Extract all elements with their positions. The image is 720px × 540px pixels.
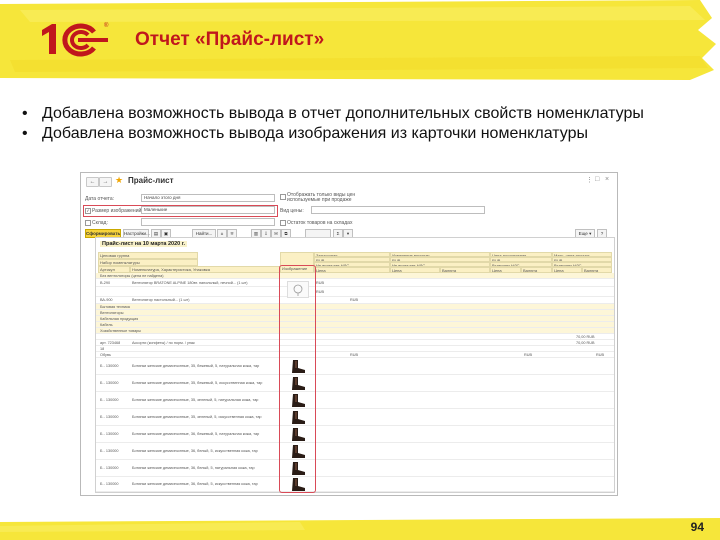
row-cell: Б - 130000: [100, 432, 119, 436]
price-list-window: ← → ★ Прайс-лист ⋮ □ × Дата отчета: Нача…: [80, 172, 618, 496]
yellow-brush-stroke-footer: [0, 518, 720, 540]
row-cell: Ботинки женские демисезонные, 36, белый,…: [132, 466, 255, 470]
table-row[interactable]: Б - 130000 Ботинки женские демисезонные, …: [96, 358, 614, 375]
table-row[interactable]: В-290 Вентилятор BRATONE ALPINE 180вт. на…: [96, 279, 614, 287]
row-cell: Ботинки женские демисезонные, 36, белый,…: [132, 482, 258, 486]
row-cell: 70,00 RUB: [576, 335, 595, 339]
row-cell: Ботинки женские демисезонные, 35, зелены…: [132, 398, 259, 402]
table-row[interactable]: Б - 130000 Ботинки женские демисезонные, …: [96, 426, 614, 443]
date-field[interactable]: Начало этого дня: [141, 194, 275, 202]
row-cell: Б - 130000: [100, 449, 119, 453]
row-cell: Вентилятор BRATONE ALPINE 180вт. напольн…: [132, 281, 248, 285]
row-cell: арт. 723468: [100, 341, 121, 345]
row-cell: Б - 130000: [100, 466, 119, 470]
row-cell: Б - 130000: [100, 364, 119, 368]
row-cell: Вентилятор настольный... (1 шт): [132, 298, 190, 302]
warehouse-field[interactable]: [141, 218, 275, 226]
row-cell: Б - 130000: [100, 415, 119, 419]
price-types-checkbox[interactable]: [280, 194, 286, 200]
header-article: Артикул: [98, 266, 130, 273]
row-cell: Обувь: [100, 353, 111, 357]
table-row[interactable]: Б - 130000 Ботинки женские демисезонные, …: [96, 443, 614, 460]
report-title: Прайс-лист на 10 марта 2020 г.: [100, 241, 188, 247]
row-cell: Ботинки женские демисезонные, 35, бежевы…: [132, 381, 263, 385]
bullet-list: Добавлена возможность вывода в отчет доп…: [18, 104, 708, 144]
1c-logo-icon: ®: [42, 22, 109, 57]
row-cell: Вентиляторы: [100, 311, 124, 315]
back-arrow-icon[interactable]: ←: [86, 177, 99, 187]
table-row[interactable]: Б - 130000 Ботинки женские демисезонные, …: [96, 460, 614, 477]
row-cell: RUB: [316, 281, 325, 285]
row-cell: 18: [100, 347, 105, 351]
stock-checkbox[interactable]: [280, 220, 286, 226]
1c-logo: ®: [40, 18, 112, 63]
row-cell: Ботинки женские демисезонные, 36, бежевы…: [132, 432, 260, 436]
image-column-highlight: [279, 265, 316, 493]
window-title: Прайс-лист: [128, 176, 174, 185]
price-type-field[interactable]: [311, 206, 485, 214]
row-cell: Ботинки женские демисезонные, 35, зелены…: [132, 415, 262, 419]
row-cell: Бытовая техника: [100, 305, 130, 309]
table-row[interactable]: ВА-900 Вентилятор настольный... (1 шт) RUB: [96, 297, 614, 304]
close-window-icon[interactable]: ×: [605, 176, 609, 183]
row-cell: RUB: [350, 298, 359, 302]
row-cell: RUB: [524, 353, 533, 357]
row-cell: Ассорти (конфеты) / по норм. / упак: [132, 341, 195, 345]
svg-text:®: ®: [104, 22, 109, 29]
row-cell: Хозяйственные товары: [100, 329, 142, 333]
table-row[interactable]: RUB: [96, 287, 614, 297]
slide-title: Отчет «Прайс-лист»: [135, 29, 325, 50]
price-types-option: Отображать только виды цен используемые …: [287, 192, 356, 203]
warehouse-checkbox[interactable]: [85, 220, 91, 226]
footer-highlight-band: [0, 516, 720, 540]
date-label: Дата отчета:: [85, 196, 115, 202]
header-nomenclature-set: Набор номенклатуры: [98, 259, 198, 266]
row-cell: Кабельная продукция: [100, 317, 139, 321]
row-cell: RUB: [316, 290, 325, 294]
price-type-label: Вид цены:: [280, 208, 304, 214]
table-row[interactable]: Б - 130000 Ботинки женские демисезонные, …: [96, 477, 614, 492]
window-titlebar: ← → ★ Прайс-лист ⋮ □ ×: [81, 173, 617, 189]
restore-window-icon[interactable]: □: [595, 176, 599, 183]
image-size-highlight: [83, 205, 278, 217]
warehouse-label: Склад:: [92, 220, 108, 226]
row-cell: Ботинки женские демисезонные, 36, белый,…: [132, 449, 258, 453]
row-cell: ВА-900: [100, 298, 113, 302]
favorite-star-icon[interactable]: ★: [115, 175, 123, 186]
header-price-group: Ценовая группа: [98, 252, 198, 259]
row-cell: Ботинки женские демисезонные, 35, бежевы…: [132, 364, 260, 368]
page-number: 94: [690, 520, 704, 534]
report-area: Прайс-лист на 10 марта 2020 г. Ценовая г…: [95, 237, 615, 493]
row-cell: В-290: [100, 281, 111, 285]
forward-arrow-icon[interactable]: →: [99, 177, 112, 187]
row-cell: RUB: [350, 353, 359, 357]
row-cell: Б - 130000: [100, 381, 119, 385]
more-actions-icon[interactable]: ⋮: [586, 176, 593, 184]
row-cell: 70,00 RUB: [576, 341, 595, 345]
bullet-item: Добавлена возможность вывода изображения…: [18, 124, 708, 144]
header-nomenclature: Номенклатура, Характеристика, Упаковка: [130, 266, 280, 273]
table-row[interactable]: Б - 130000 Ботинки женские демисезонные, …: [96, 392, 614, 409]
row-cell: RUB: [596, 353, 605, 357]
table-row[interactable]: Б - 130000 Ботинки женские демисезонные, …: [96, 409, 614, 426]
row-cell: Кабель: [100, 323, 113, 327]
table-row[interactable]: Б - 130000 Ботинки женские демисезонные, …: [96, 375, 614, 392]
row-cell: Б - 130000: [100, 482, 119, 486]
row-cell: Без вентиляторы (цена не найдена): [100, 274, 164, 278]
bullet-item: Добавлена возможность вывода в отчет доп…: [18, 104, 708, 124]
stock-option: Остаток товаров на складах: [287, 220, 353, 226]
row-cell: Б - 130000: [100, 398, 119, 402]
